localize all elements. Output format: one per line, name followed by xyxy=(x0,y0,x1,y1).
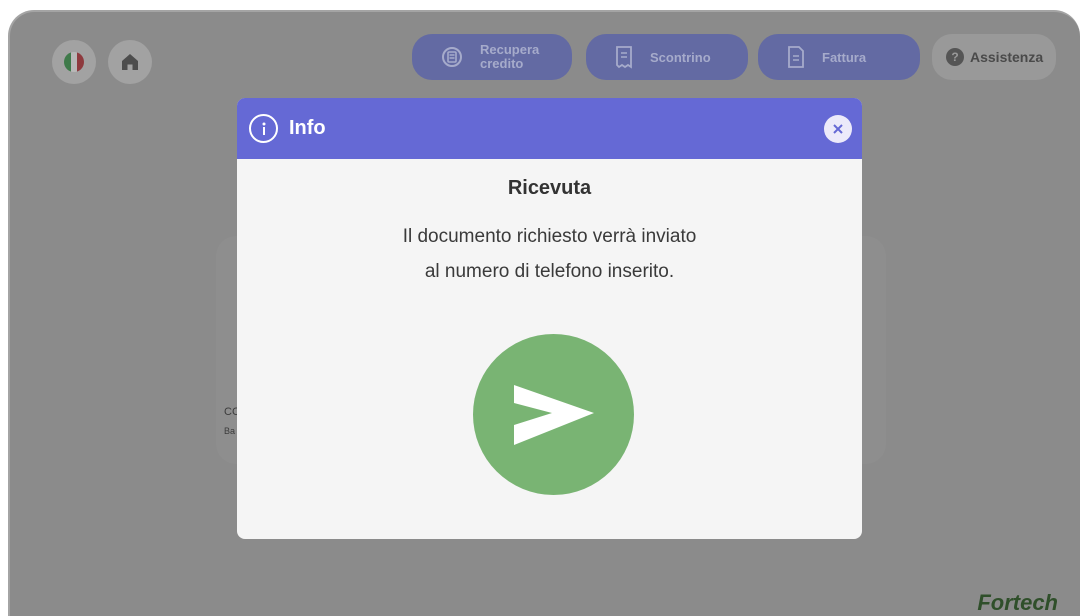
dialog-message-line-1: Il documento richiesto verrà inviato xyxy=(402,226,697,247)
brand-logo: Fortech xyxy=(977,590,1058,615)
invoice-icon xyxy=(786,45,806,69)
dialog-heading: Ricevuta xyxy=(507,177,592,199)
language-button[interactable] xyxy=(52,40,96,84)
assistenza-button[interactable]: ? Assistenza xyxy=(932,34,1056,80)
send-icon xyxy=(513,384,594,445)
credit-recovery-icon xyxy=(440,45,464,69)
italian-flag-icon xyxy=(64,52,84,72)
dialog-header: Info xyxy=(237,98,862,159)
recupera-credito-label: Recupera credito xyxy=(480,42,540,71)
receipt-icon xyxy=(614,45,634,69)
close-button[interactable] xyxy=(824,115,852,143)
recupera-credito-button[interactable]: Recupera credito xyxy=(412,34,572,80)
scontrino-label: Scontrino xyxy=(650,49,711,65)
scontrino-button[interactable]: Scontrino xyxy=(586,34,748,80)
home-icon xyxy=(122,54,138,70)
fattura-button[interactable]: Fattura xyxy=(758,34,920,80)
fattura-label: Fattura xyxy=(822,49,867,65)
background-card-subtitle: Ba xyxy=(224,426,236,436)
home-button[interactable] xyxy=(108,40,152,84)
help-icon: ? xyxy=(946,48,964,66)
dialog-message-line-2: al numero di telefono inserito. xyxy=(424,261,675,282)
send-success-badge xyxy=(473,334,634,495)
assistenza-label: Assistenza xyxy=(970,49,1044,65)
info-dialog: Info Ricevuta Il documento richiesto ver… xyxy=(237,98,862,539)
dialog-title: Info xyxy=(289,117,326,139)
info-icon xyxy=(249,114,278,143)
close-icon xyxy=(833,124,843,134)
